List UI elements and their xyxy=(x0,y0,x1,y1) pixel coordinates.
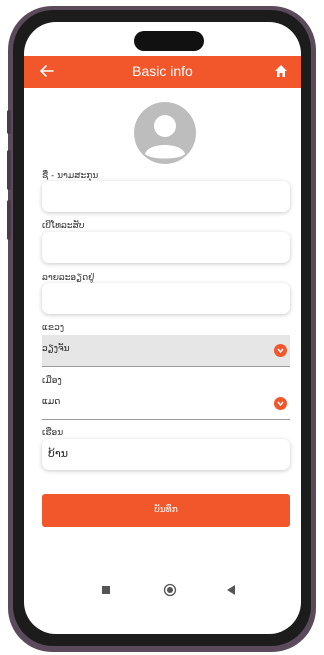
name-label: ຊື່ - ນາມສະກຸນ xyxy=(42,171,99,181)
province-label: ແຂວງ xyxy=(42,323,65,333)
side-button xyxy=(7,200,11,240)
province-select[interactable]: ວຽງຈັນ xyxy=(42,335,290,367)
triangle-back-icon[interactable] xyxy=(226,584,236,596)
save-button[interactable]: ບັນທຶກ xyxy=(42,494,290,527)
side-button xyxy=(7,110,11,134)
home-icon[interactable] xyxy=(273,63,289,79)
circle-icon[interactable] xyxy=(163,583,177,597)
province-value: ວຽງຈັນ xyxy=(42,344,70,354)
address-label: ລາຍລະອຽດຢູ່ xyxy=(42,273,95,283)
chevron-down-icon[interactable] xyxy=(274,344,287,357)
screen: Basic info ຊື່ - ນາມສະກຸນ ເບີໂທລະສັບ ລາຍ… xyxy=(24,22,301,634)
village-label: ເຮືອນ xyxy=(42,428,64,438)
side-button xyxy=(7,150,11,190)
camera-notch xyxy=(134,31,204,51)
avatar[interactable] xyxy=(134,102,196,164)
village-field[interactable]: ບ້ານ xyxy=(42,439,290,470)
district-select[interactable]: ແມດ xyxy=(42,388,290,420)
chevron-down-icon[interactable] xyxy=(274,397,287,410)
address-field[interactable] xyxy=(42,283,290,314)
app-bar: Basic info xyxy=(24,56,301,88)
phone-field[interactable] xyxy=(42,232,290,263)
page-title: Basic info xyxy=(132,63,193,79)
phone-label: ເບີໂທລະສັບ xyxy=(42,221,85,231)
village-value: ບ້ານ xyxy=(48,447,69,460)
district-label: ເມືອງ xyxy=(42,376,62,386)
user-icon xyxy=(145,115,185,159)
district-value: ແມດ xyxy=(42,397,61,407)
square-icon[interactable] xyxy=(102,586,110,594)
name-field[interactable] xyxy=(42,181,290,212)
